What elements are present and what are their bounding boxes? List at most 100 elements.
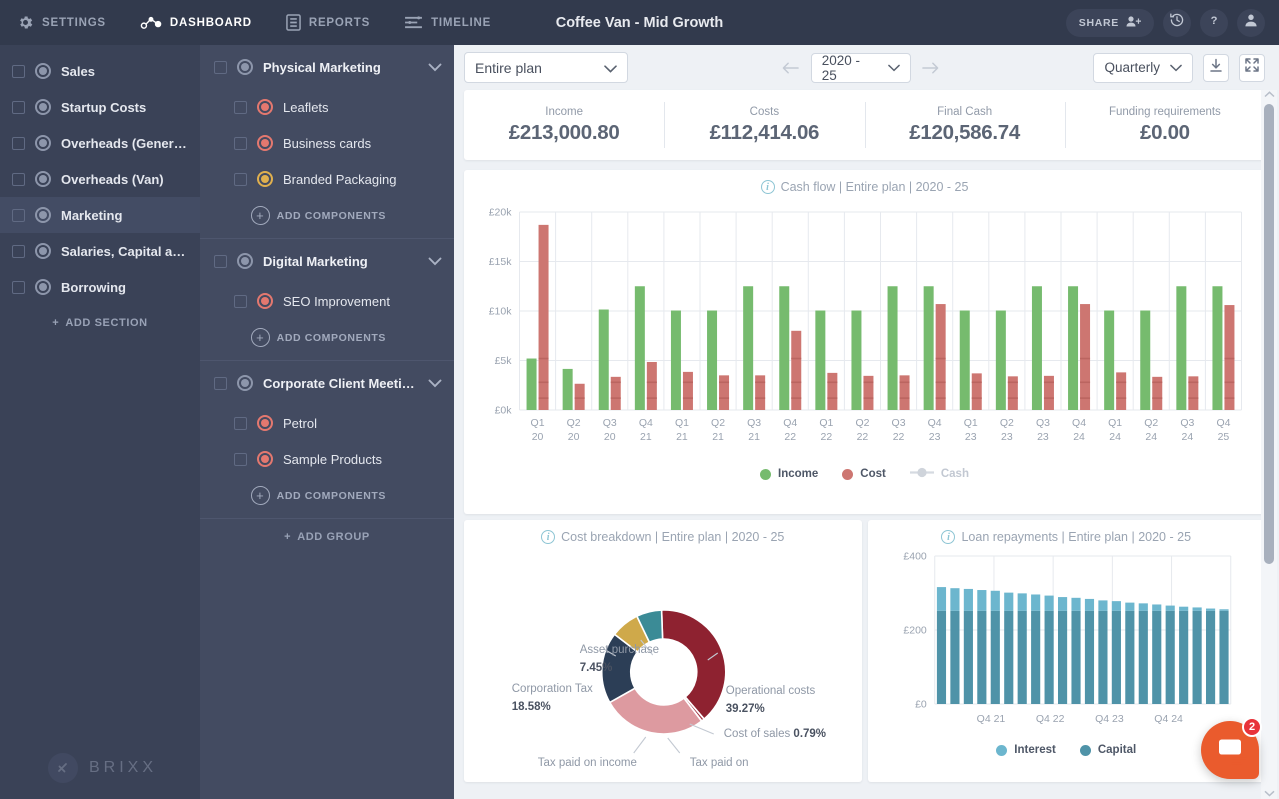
- checkbox[interactable]: [12, 172, 25, 186]
- sidebar-item-startup-costs[interactable]: Startup Costs: [0, 89, 200, 125]
- component-petrol[interactable]: Petrol: [200, 405, 454, 441]
- fullscreen-button[interactable]: [1239, 53, 1265, 82]
- checkbox[interactable]: [12, 64, 25, 78]
- add-group-button[interactable]: + ADD GROUP: [200, 519, 454, 555]
- legend-capital[interactable]: Capital: [1079, 744, 1136, 756]
- add-components-label: ADD COMPONENTS: [276, 489, 386, 502]
- scroll-down-arrow[interactable]: [1261, 790, 1277, 797]
- info-icon[interactable]: i: [760, 180, 775, 194]
- checkbox[interactable]: [234, 136, 247, 150]
- reports-icon: [286, 14, 301, 31]
- sidebar-item-marketing[interactable]: Marketing: [0, 197, 200, 233]
- granularity-select[interactable]: Quarterly: [1093, 52, 1193, 83]
- group-status-dot: [237, 253, 253, 269]
- chevron-down-icon[interactable]: [428, 63, 442, 72]
- checkbox[interactable]: [12, 100, 25, 114]
- svg-text:£0k: £0k: [495, 405, 513, 417]
- checkbox[interactable]: [234, 294, 247, 308]
- chevron-down-icon[interactable]: [428, 257, 442, 266]
- checkbox[interactable]: [214, 376, 227, 390]
- svg-text:21: 21: [748, 431, 760, 443]
- add-components-button[interactable]: + ADD COMPONENTS: [200, 477, 454, 514]
- history-clock-icon: [1169, 12, 1185, 33]
- checkbox[interactable]: [214, 60, 227, 74]
- checkbox[interactable]: [12, 136, 25, 150]
- legend-label: Cash: [940, 468, 969, 480]
- period-navigation: 2020 - 25: [778, 52, 944, 83]
- component-label: Business cards: [283, 135, 372, 151]
- share-button[interactable]: SHARE: [1065, 8, 1154, 37]
- svg-text:18.58%: 18.58%: [512, 701, 551, 713]
- component-sample-products[interactable]: Sample Products: [200, 441, 454, 477]
- scroll-up-arrow[interactable]: [1261, 91, 1277, 98]
- next-period-button[interactable]: [918, 55, 944, 81]
- cost-breakdown-donut[interactable]: Asset purchase 7.45% Corporation Tax 18.58%…: [464, 544, 862, 787]
- svg-text:23: 23: [965, 431, 977, 443]
- legend-swatch: [996, 744, 1008, 756]
- svg-text:23: 23: [929, 431, 941, 443]
- group-header[interactable]: Physical Marketing: [200, 45, 454, 89]
- history-button[interactable]: [1163, 8, 1191, 37]
- info-icon[interactable]: i: [541, 530, 556, 544]
- prev-period-button[interactable]: [778, 55, 804, 81]
- person-plus-icon: [1126, 15, 1142, 31]
- checkbox[interactable]: [234, 100, 247, 114]
- component-branded-packaging[interactable]: Branded Packaging: [200, 161, 454, 197]
- download-button[interactable]: [1203, 53, 1229, 82]
- cash-flow-chart[interactable]: £0k £5k £10k £15k £20k Q1 20 Q2 20 Q3 20 Q4 21 Q1 21 Q2…: [464, 194, 1265, 462]
- brixx-mark-icon: [48, 753, 78, 783]
- info-icon[interactable]: i: [941, 530, 956, 544]
- top-navigation-bar: SETTINGS DASHBOARD REPORTS TIMELINE Coff…: [0, 0, 1279, 45]
- svg-text:Q2: Q2: [1000, 417, 1014, 429]
- svg-text:23: 23: [1037, 431, 1049, 443]
- sections-sidebar: Sales Startup Costs Overheads (General) …: [0, 45, 200, 799]
- year-range-select[interactable]: 2020 - 25: [810, 52, 911, 83]
- chevron-down-icon[interactable]: [428, 379, 442, 388]
- legend-interest[interactable]: Interest: [996, 744, 1056, 756]
- kpi-summary-card: Income £213,000.80 Costs £112,414.06 Fin…: [464, 90, 1265, 160]
- add-components-button[interactable]: + ADD COMPONENTS: [200, 197, 454, 234]
- component-leaflets[interactable]: Leaflets: [200, 89, 454, 125]
- checkbox[interactable]: [12, 244, 25, 258]
- group-header[interactable]: Digital Marketing: [200, 239, 454, 283]
- component-business-cards[interactable]: Business cards: [200, 125, 454, 161]
- legend-cost[interactable]: Cost: [842, 468, 886, 480]
- svg-text:22: 22: [893, 431, 905, 443]
- checkbox[interactable]: [234, 452, 247, 466]
- component-status-dot: [257, 99, 273, 115]
- add-section-button[interactable]: + ADD SECTION: [0, 305, 200, 341]
- svg-text:Q3: Q3: [892, 417, 906, 429]
- checkbox[interactable]: [234, 172, 247, 186]
- account-button[interactable]: [1237, 8, 1265, 37]
- app-body: Sales Startup Costs Overheads (General) …: [0, 45, 1279, 799]
- group-header[interactable]: Corporate Client Meeti…: [200, 361, 454, 405]
- nav-item-settings[interactable]: SETTINGS: [0, 0, 123, 45]
- sidebar-item-borrowing[interactable]: Borrowing: [0, 269, 200, 305]
- plan-scope-select[interactable]: Entire plan: [464, 52, 628, 83]
- sidebar-item-salaries-capital[interactable]: Salaries, Capital and …: [0, 233, 200, 269]
- kpi-value: £213,000.80: [508, 120, 620, 144]
- add-components-button[interactable]: + ADD COMPONENTS: [200, 319, 454, 356]
- svg-text:£10k: £10k: [489, 306, 513, 318]
- checkbox[interactable]: [12, 208, 25, 222]
- scrollbar-thumb[interactable]: [1264, 104, 1274, 564]
- loan-repayments-chart[interactable]: £0 £200 £400 Q4 21 Q4 22 Q4 23 Q4 24: [868, 544, 1266, 739]
- nav-item-timeline[interactable]: TIMELINE: [387, 0, 508, 45]
- legend-cash[interactable]: Cash: [909, 467, 969, 481]
- checkbox[interactable]: [12, 280, 25, 294]
- nav-label-settings: SETTINGS: [42, 16, 106, 29]
- component-seo-improvement[interactable]: SEO Improvement: [200, 283, 454, 319]
- sidebar-item-sales[interactable]: Sales: [0, 53, 200, 89]
- main-scrollbar[interactable]: [1261, 90, 1277, 799]
- sidebar-item-overheads-general[interactable]: Overheads (General): [0, 125, 200, 161]
- component-label: Petrol: [283, 415, 317, 431]
- checkbox[interactable]: [234, 416, 247, 430]
- nav-item-dashboard[interactable]: DASHBOARD: [123, 0, 269, 45]
- legend-income[interactable]: Income: [760, 468, 818, 480]
- nav-item-reports[interactable]: REPORTS: [269, 0, 387, 45]
- sidebar-item-overheads-van[interactable]: Overheads (Van): [0, 161, 200, 197]
- svg-text:Q3: Q3: [603, 417, 617, 429]
- checkbox[interactable]: [214, 254, 227, 268]
- chat-widget-button[interactable]: 2: [1201, 717, 1262, 779]
- help-button[interactable]: ?: [1200, 8, 1228, 37]
